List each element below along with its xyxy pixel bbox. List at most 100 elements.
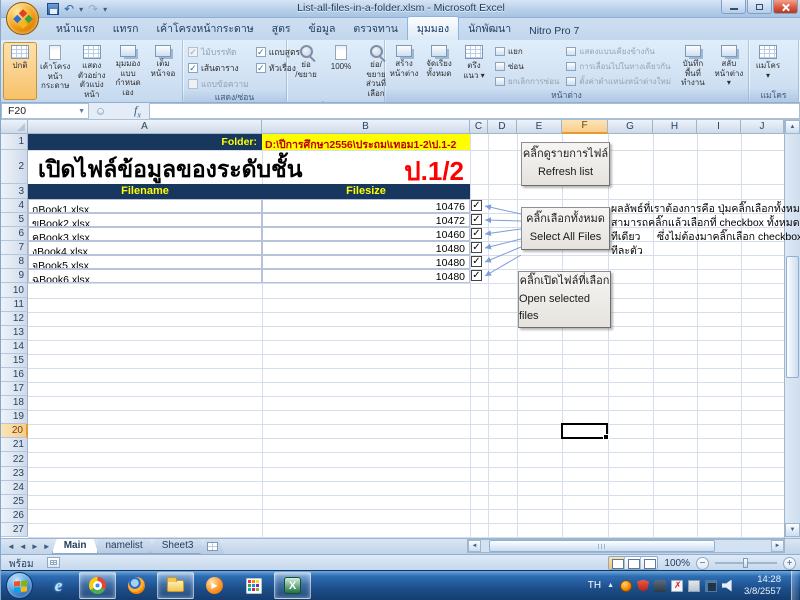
tray-network-icon[interactable] (705, 580, 717, 592)
tray-volume-icon[interactable] (722, 580, 734, 592)
tray-security-shield-icon[interactable] (637, 580, 649, 592)
column-header-filename[interactable]: Filename (28, 184, 262, 199)
column-header-G[interactable]: G (608, 120, 653, 134)
freeze-panes-button[interactable]: ตรึงแนว ▾ (457, 42, 491, 89)
horizontal-scroll-thumb[interactable] (489, 540, 715, 552)
row-header-6[interactable]: 6 (1, 227, 28, 241)
ruler-checkbox[interactable]: ✓ไม้บรรทัด (188, 45, 249, 59)
row-header-21[interactable]: 21 (1, 438, 28, 452)
column-header-J[interactable]: J (741, 120, 784, 134)
file-size-cell[interactable]: 10472 (262, 213, 470, 227)
new-window-button[interactable]: สร้างหน้าต่าง (387, 42, 421, 89)
zoom-in-button[interactable]: + (783, 557, 796, 570)
horizontal-scrollbar[interactable]: ◄ ► (467, 539, 785, 553)
gridlines-checkbox[interactable]: ✓เส้นตาราง (188, 61, 249, 75)
start-button[interactable] (6, 572, 33, 599)
column-header-D[interactable]: D (488, 120, 517, 134)
arrange-all-button[interactable]: จัดเรียงทั้งหมด (422, 42, 456, 89)
ribbon-tab-view[interactable]: มุมมอง (407, 16, 459, 40)
file-name-cell[interactable]: คBook3.xlsx (28, 227, 262, 241)
row-header-17[interactable]: 17 (1, 382, 28, 396)
tray-security-orange-icon[interactable] (620, 580, 632, 592)
reset-window-position-button[interactable]: ตั้งค่าตำแหน่งหน้าต่างใหม่ (566, 75, 671, 88)
normal-view-button[interactable]: ปกติ (3, 42, 37, 100)
page-layout-view-shortcut[interactable] (625, 557, 641, 569)
view-side-by-side-button[interactable]: แสดงแบบเคียงข้างกัน (566, 45, 671, 58)
file-name-cell[interactable]: จBook5.xlsx (28, 255, 262, 269)
taskbar-item-excel[interactable]: X (274, 572, 311, 599)
show-hidden-icons-button[interactable]: ▲ (607, 582, 614, 589)
ribbon-tab-home[interactable]: หน้าแรก (47, 17, 104, 40)
row-header-10[interactable]: 10 (1, 283, 28, 297)
custom-views-button[interactable]: มุมมองแบบกำหนดเอง (111, 42, 145, 100)
macros-button[interactable]: แมโคร▾ (751, 42, 785, 89)
full-screen-button[interactable]: เต็มหน้าจอ (146, 42, 180, 100)
ribbon-tab-data[interactable]: ข้อมูล (300, 17, 345, 40)
zoom-100-button[interactable]: 100% (324, 42, 358, 99)
row-header-24[interactable]: 24 (1, 481, 28, 495)
cell-folder-path[interactable]: D:\ปีการศึกษา2556\ประถม\เทอม1-2\ป.1-2 (262, 134, 470, 150)
last-sheet-icon[interactable]: ► (43, 542, 51, 551)
formula-input[interactable] (149, 103, 800, 119)
formula-bar-splitter[interactable] (97, 108, 104, 115)
ribbon-tab-insert[interactable]: แทรก (104, 17, 148, 40)
column-header-H[interactable]: H (653, 120, 697, 134)
zoom-level-label[interactable]: 100% (664, 558, 690, 569)
sheet-tab-namelist[interactable]: namelist (93, 539, 154, 554)
file-name-cell[interactable]: ฉBook6.xlsx (28, 269, 262, 283)
taskbar-item-windows-explorer[interactable] (157, 572, 194, 599)
hide-button[interactable]: ซ่อน (495, 60, 559, 73)
row-header-22[interactable]: 22 (1, 452, 28, 466)
column-header-filesize[interactable]: Filesize (262, 184, 470, 199)
split-button[interactable]: แยก (495, 45, 559, 58)
taskbar-item-media-player[interactable]: ▶ (196, 572, 233, 599)
scroll-up-icon[interactable]: ▲ (785, 120, 800, 134)
row-header-13[interactable]: 13 (1, 326, 28, 340)
scroll-down-icon[interactable]: ▼ (785, 523, 800, 537)
select-all-files-button[interactable]: คลิ๊กเลือกทั้งหมด Select All Files (521, 207, 610, 250)
row-header-26[interactable]: 26 (1, 509, 28, 523)
file-name-cell[interactable]: กBook1.xlsx (28, 199, 262, 213)
row-header-4[interactable]: 4 (1, 199, 28, 213)
switch-windows-button[interactable]: สลับหน้าต่าง ▾ (712, 42, 746, 89)
row-header-11[interactable]: 11 (1, 298, 28, 312)
row-header-2[interactable]: 2 (1, 150, 28, 184)
minimize-button[interactable] (721, 0, 746, 14)
row-header-12[interactable]: 12 (1, 312, 28, 326)
row-header-16[interactable]: 16 (1, 368, 28, 382)
row-header-15[interactable]: 15 (1, 354, 28, 368)
normal-view-shortcut[interactable] (609, 557, 625, 569)
ribbon-tab-review[interactable]: ตรวจทาน (344, 17, 407, 40)
scroll-left-icon[interactable]: ◄ (468, 540, 481, 552)
taskbar-item-app-grid[interactable] (235, 572, 272, 599)
refresh-list-button[interactable]: คลิ๊กดูรายการไฟล์ Refresh list (521, 142, 610, 186)
close-button[interactable] (773, 0, 798, 14)
cell-class-label[interactable]: ป.1/2 (318, 150, 470, 184)
column-header-A[interactable]: A (28, 120, 262, 134)
name-box[interactable]: F20▼ (1, 103, 89, 119)
vertical-scroll-thumb[interactable] (786, 256, 799, 378)
file-name-cell[interactable]: ขBook2.xlsx (28, 213, 262, 227)
save-workspace-button[interactable]: บันทึกพื้นที่ทำงาน (675, 42, 711, 89)
cell-folder-label[interactable]: Folder: (28, 134, 262, 150)
column-header-B[interactable]: B (262, 120, 470, 134)
cell-sheet-title[interactable]: เปิดไฟล์ข้อมูลของระดับชั้น (28, 150, 318, 184)
taskbar-clock[interactable]: 14:28 3/8/2557 (744, 574, 781, 598)
show-desktop-button[interactable] (791, 571, 799, 600)
row-header-3[interactable]: 3 (1, 184, 28, 199)
first-sheet-icon[interactable]: ◄ (7, 542, 15, 551)
select-all-corner[interactable] (1, 120, 28, 134)
file-size-cell[interactable]: 10460 (262, 227, 470, 241)
previous-sheet-icon[interactable]: ◄ (19, 542, 27, 551)
row-header-18[interactable]: 18 (1, 396, 28, 410)
taskbar-item-chrome[interactable] (79, 572, 116, 599)
row-header-7[interactable]: 7 (1, 241, 28, 255)
row-header-19[interactable]: 19 (1, 410, 28, 424)
row-header-27[interactable]: 27 (1, 523, 28, 537)
scroll-right-icon[interactable]: ► (771, 540, 784, 552)
column-header-C[interactable]: C (470, 120, 488, 134)
zoom-out-button[interactable]: − (696, 557, 709, 570)
column-header-F[interactable]: F (562, 120, 608, 134)
zoom-slider-thumb[interactable] (743, 558, 748, 568)
note-line-4[interactable]: ทีละตัว (611, 242, 643, 259)
